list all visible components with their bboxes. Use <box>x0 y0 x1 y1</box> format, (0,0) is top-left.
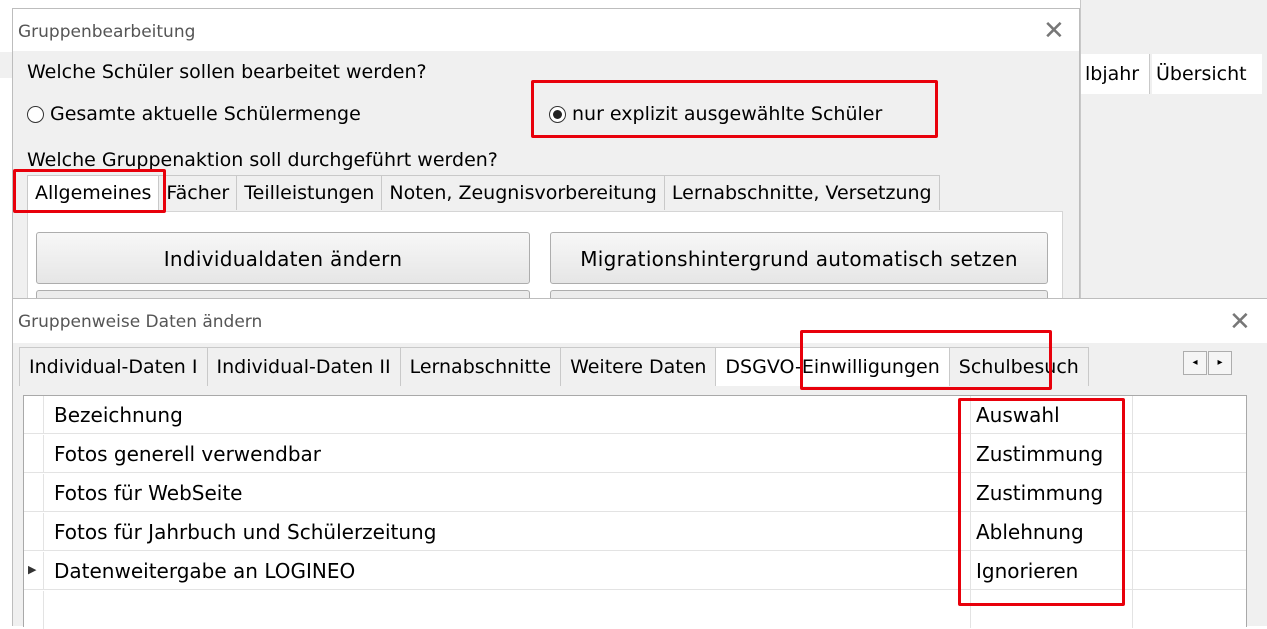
tab-teilleistungen[interactable]: Teilleistungen <box>236 175 383 210</box>
tab-allgemeines[interactable]: Allgemeines <box>27 175 160 210</box>
dialog-title: Gruppenbearbeitung <box>18 22 196 42</box>
dialog-titlebar: Gruppenbearbeitung ✕ <box>13 9 1079 51</box>
tab-dsgvo-einwilligungen[interactable]: DSGVO-Einwilligungen <box>715 347 950 386</box>
group-action-tabs: Allgemeines Fächer Teilleistungen Noten,… <box>27 175 940 210</box>
dialog-titlebar: Gruppenweise Daten ändern ✕ <box>13 299 1267 343</box>
column-header-auswahl[interactable]: Auswahl <box>976 396 1060 434</box>
radio-button-icon[interactable] <box>27 105 44 123</box>
background-window <box>1080 0 1267 300</box>
table-row-empty[interactable] <box>24 591 1246 629</box>
row-name-cell: Fotos generell verwendbar <box>54 442 321 466</box>
row-indicator <box>24 435 44 473</box>
group-data-dialog: Gruppenweise Daten ändern ✕ Individual-D… <box>12 298 1267 629</box>
tab-weitere-daten[interactable]: Weitere Daten <box>560 347 717 386</box>
close-icon[interactable]: ✕ <box>1229 309 1251 335</box>
consent-grid: Bezeichnung Auswahl Fotos generell verwe… <box>23 395 1247 629</box>
tab-scroll-left-icon[interactable]: ◂ <box>1183 351 1207 375</box>
group-edit-dialog: Gruppenbearbeitung ✕ Welche Schüler soll… <box>12 8 1080 302</box>
column-header-bezeichnung[interactable]: Bezeichnung <box>54 396 183 434</box>
tab-individual-data-1[interactable]: Individual-Daten I <box>19 347 208 386</box>
row-name-cell: Fotos für Jahrbuch und Schülerzeitung <box>54 520 437 544</box>
row-indicator: ▶ <box>24 552 44 590</box>
table-row[interactable]: Fotos generell verwendbar Zustimmung <box>24 435 1246 473</box>
tab-faecher[interactable]: Fächer <box>158 175 238 210</box>
dialog-title: Gruppenweise Daten ändern <box>18 312 263 332</box>
table-row[interactable]: Fotos für WebSeite Zustimmung <box>24 474 1246 512</box>
current-row-arrow-icon: ▶ <box>28 563 37 576</box>
tab-scroll-right-icon[interactable]: ▸ <box>1208 351 1232 375</box>
radio-explicit-label: nur explizit ausgewählte Schüler <box>572 103 883 125</box>
radio-button-selected-icon[interactable] <box>549 105 566 123</box>
tab-noten[interactable]: Noten, Zeugnisvorbereitung <box>381 175 665 210</box>
radio-all-label: Gesamte aktuelle Schülermenge <box>50 103 361 125</box>
background-tab-uebersicht[interactable]: Übersicht <box>1152 54 1262 94</box>
row-indicator <box>24 474 44 512</box>
row-indicator <box>24 513 44 551</box>
row-name-cell: Datenweitergabe an LOGINEO <box>54 559 356 583</box>
background-tab-divider <box>1149 54 1150 94</box>
individual-data-button[interactable]: Individualdaten ändern <box>36 232 530 284</box>
tab-schulbesuch[interactable]: Schulbesuch <box>948 347 1089 386</box>
table-row[interactable]: Fotos für Jahrbuch und Schülerzeitung Ab… <box>24 513 1246 551</box>
action-question-label: Welche Gruppenaktion soll durchgeführt w… <box>27 149 498 171</box>
tab-panel-allgemeines: Individualdaten ändern Migrationshinterg… <box>27 211 1063 302</box>
grid-header-row: Bezeichnung Auswahl <box>24 396 1246 434</box>
background-tab-halbjahr[interactable]: lbjahr <box>1081 54 1149 94</box>
group-data-tabs: Individual-Daten I Individual-Daten II L… <box>19 347 1179 386</box>
tab-lernabschnitte[interactable]: Lernabschnitte <box>399 347 562 386</box>
row-indicator <box>24 396 44 434</box>
row-indicator <box>24 591 44 629</box>
tab-individual-data-2[interactable]: Individual-Daten II <box>206 347 401 386</box>
tab-lernabschnitte-versetzung[interactable]: Lernabschnitte, Versetzung <box>663 175 940 210</box>
row-choice-cell[interactable]: Ablehnung <box>976 513 1084 551</box>
row-choice-cell[interactable]: Zustimmung <box>976 435 1103 473</box>
migration-background-button[interactable]: Migrationshintergrund automatisch setzen <box>550 232 1048 284</box>
row-name-cell: Fotos für WebSeite <box>54 481 243 505</box>
row-choice-cell[interactable]: Zustimmung <box>976 474 1103 512</box>
close-icon[interactable]: ✕ <box>1043 18 1065 44</box>
radio-all-students[interactable]: Gesamte aktuelle Schülermenge <box>27 101 361 127</box>
table-row[interactable]: ▶ Datenweitergabe an LOGINEO Ignorieren <box>24 552 1246 590</box>
students-question-label: Welche Schüler sollen bearbeitet werden? <box>27 61 427 83</box>
row-choice-cell[interactable]: Ignorieren <box>976 552 1078 590</box>
background-window-edge <box>0 52 12 78</box>
radio-explicit-students[interactable]: nur explizit ausgewählte Schüler <box>549 101 882 127</box>
